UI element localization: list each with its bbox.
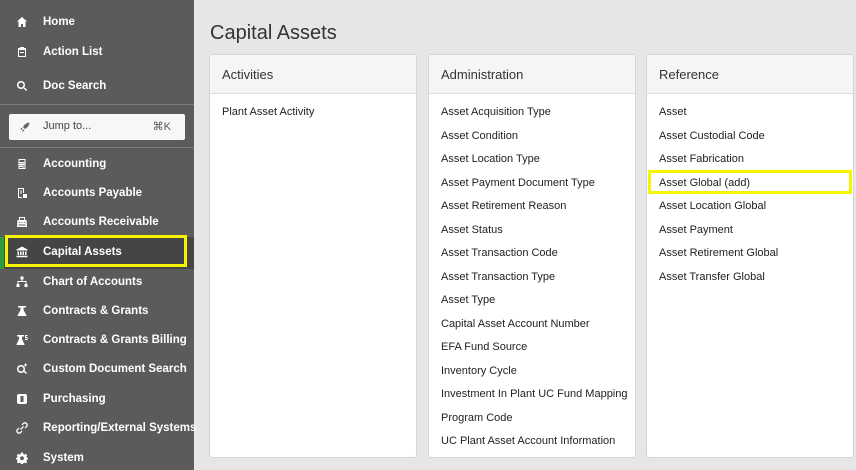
- link-asset-transaction-type[interactable]: Asset Transaction Type: [441, 270, 627, 294]
- sidebar-item-purchasing[interactable]: Purchasing: [0, 389, 194, 409]
- card-header: Administration: [429, 55, 635, 94]
- sidebar-item-label: Accounts Receivable: [43, 216, 159, 228]
- link-capital-asset-account-number[interactable]: Capital Asset Account Number: [441, 317, 627, 341]
- calculator-icon: [15, 157, 29, 171]
- sidebar-item-system[interactable]: System: [0, 448, 194, 468]
- card-header: Activities: [210, 55, 416, 94]
- link-inventory-cycle[interactable]: Inventory Cycle: [441, 364, 627, 388]
- sidebar-item-label: Home: [43, 16, 75, 28]
- sidebar: Home Action List Doc Search Jump to... ⌘…: [0, 0, 197, 470]
- jump-to-button[interactable]: Jump to... ⌘K: [9, 114, 185, 140]
- link-asset-payment[interactable]: Asset Payment: [659, 223, 778, 247]
- sidebar-item-label: Contracts & Grants: [43, 305, 149, 317]
- sidebar-item-label: Accounting: [43, 158, 107, 170]
- link-asset-transfer-global[interactable]: Asset Transfer Global: [659, 270, 778, 294]
- link-plant-asset-activity[interactable]: Plant Asset Activity: [222, 105, 314, 129]
- register-icon: [15, 215, 29, 229]
- link-asset-condition[interactable]: Asset Condition: [441, 129, 627, 153]
- link-efa-fund-source[interactable]: EFA Fund Source: [441, 340, 627, 364]
- app-window: Home Action List Doc Search Jump to... ⌘…: [0, 0, 856, 470]
- search-icon: [15, 79, 29, 93]
- flask-billing-icon: [15, 333, 29, 347]
- administration-card: Administration Asset Acquisition Type As…: [428, 54, 636, 458]
- sidebar-divider: [0, 104, 194, 105]
- sidebar-item-custom-document-search[interactable]: Custom Document Search: [0, 359, 194, 379]
- gear-icon: [15, 451, 29, 465]
- sidebar-item-label: Chart of Accounts: [43, 276, 143, 288]
- sidebar-item-label: Action List: [43, 46, 103, 58]
- rocket-icon: [18, 120, 32, 134]
- link-asset-retirement-reason[interactable]: Asset Retirement Reason: [441, 199, 627, 223]
- cart-icon: [15, 392, 29, 406]
- sidebar-item-contracts-grants[interactable]: Contracts & Grants: [0, 301, 194, 321]
- link-program-code[interactable]: Program Code: [441, 411, 627, 435]
- link-asset-custodial-code[interactable]: Asset Custodial Code: [659, 129, 778, 153]
- sidebar-item-label: Doc Search: [43, 80, 107, 92]
- link-asset-status[interactable]: Asset Status: [441, 223, 627, 247]
- sidebar-item-label: System: [43, 452, 84, 464]
- sidebar-item-label: Purchasing: [43, 393, 106, 405]
- card-link-list: Asset Acquisition Type Asset Condition A…: [441, 105, 627, 458]
- sidebar-item-chart-of-accounts[interactable]: Chart of Accounts: [0, 272, 194, 292]
- sidebar-item-accounting[interactable]: Accounting: [0, 154, 194, 174]
- link-asset-location-global[interactable]: Asset Location Global: [659, 199, 778, 223]
- keyboard-shortcut: ⌘K: [152, 121, 171, 133]
- reference-card: Reference Asset Asset Custodial Code Ass…: [646, 54, 854, 458]
- link-icon: [15, 421, 29, 435]
- search-doc-icon: [15, 362, 29, 376]
- sidebar-item-label: Contracts & Grants Billing: [43, 334, 187, 346]
- sidebar-item-label: Custom Document Search: [43, 363, 187, 375]
- sidebar-divider: [0, 147, 194, 148]
- card-title: Reference: [659, 67, 719, 82]
- invoice-icon: [15, 186, 29, 200]
- link-investment-in-plant-uc-fund-mapping[interactable]: Investment In Plant UC Fund Mapping: [441, 387, 627, 411]
- flask-icon: [15, 304, 29, 318]
- link-asset-retirement-global[interactable]: Asset Retirement Global: [659, 246, 778, 270]
- sidebar-item-contracts-grants-billing[interactable]: Contracts & Grants Billing: [0, 330, 194, 350]
- sidebar-item-reporting-external-systems[interactable]: Reporting/External Systems: [0, 418, 197, 438]
- link-asset-payment-document-type[interactable]: Asset Payment Document Type: [441, 176, 627, 200]
- capital-assets-highlight-box: [5, 235, 187, 267]
- sitemap-icon: [15, 275, 29, 289]
- sidebar-item-home[interactable]: Home: [0, 12, 194, 32]
- card-link-list: Asset Asset Custodial Code Asset Fabrica…: [659, 105, 778, 293]
- card-title: Activities: [222, 67, 274, 82]
- activities-card: Activities Plant Asset Activity: [209, 54, 417, 458]
- link-uc-plant-asset-account-information[interactable]: UC Plant Asset Account Information: [441, 434, 627, 458]
- link-asset-type[interactable]: Asset Type: [441, 293, 627, 317]
- link-asset-acquisition-type[interactable]: Asset Acquisition Type: [441, 105, 627, 129]
- sidebar-item-accounts-payable[interactable]: Accounts Payable: [0, 183, 194, 203]
- card-title: Administration: [441, 67, 524, 82]
- sidebar-item-label: Reporting/External Systems: [43, 422, 197, 434]
- home-icon: [15, 15, 29, 29]
- asset-global-highlight-box: [648, 170, 852, 194]
- sidebar-item-doc-search[interactable]: Doc Search: [0, 76, 194, 96]
- card-header: Reference: [647, 55, 853, 94]
- link-asset-transaction-code[interactable]: Asset Transaction Code: [441, 246, 627, 270]
- link-asset[interactable]: Asset: [659, 105, 778, 129]
- jump-to-label: Jump to...: [43, 120, 92, 132]
- sidebar-item-action-list[interactable]: Action List: [0, 42, 194, 62]
- link-asset-location-type[interactable]: Asset Location Type: [441, 152, 627, 176]
- sidebar-item-accounts-receivable[interactable]: Accounts Receivable: [0, 212, 194, 232]
- page-title: Capital Assets: [210, 22, 337, 44]
- clipboard-icon: [15, 45, 29, 59]
- sidebar-item-label: Accounts Payable: [43, 187, 143, 199]
- card-link-list: Plant Asset Activity: [222, 105, 314, 129]
